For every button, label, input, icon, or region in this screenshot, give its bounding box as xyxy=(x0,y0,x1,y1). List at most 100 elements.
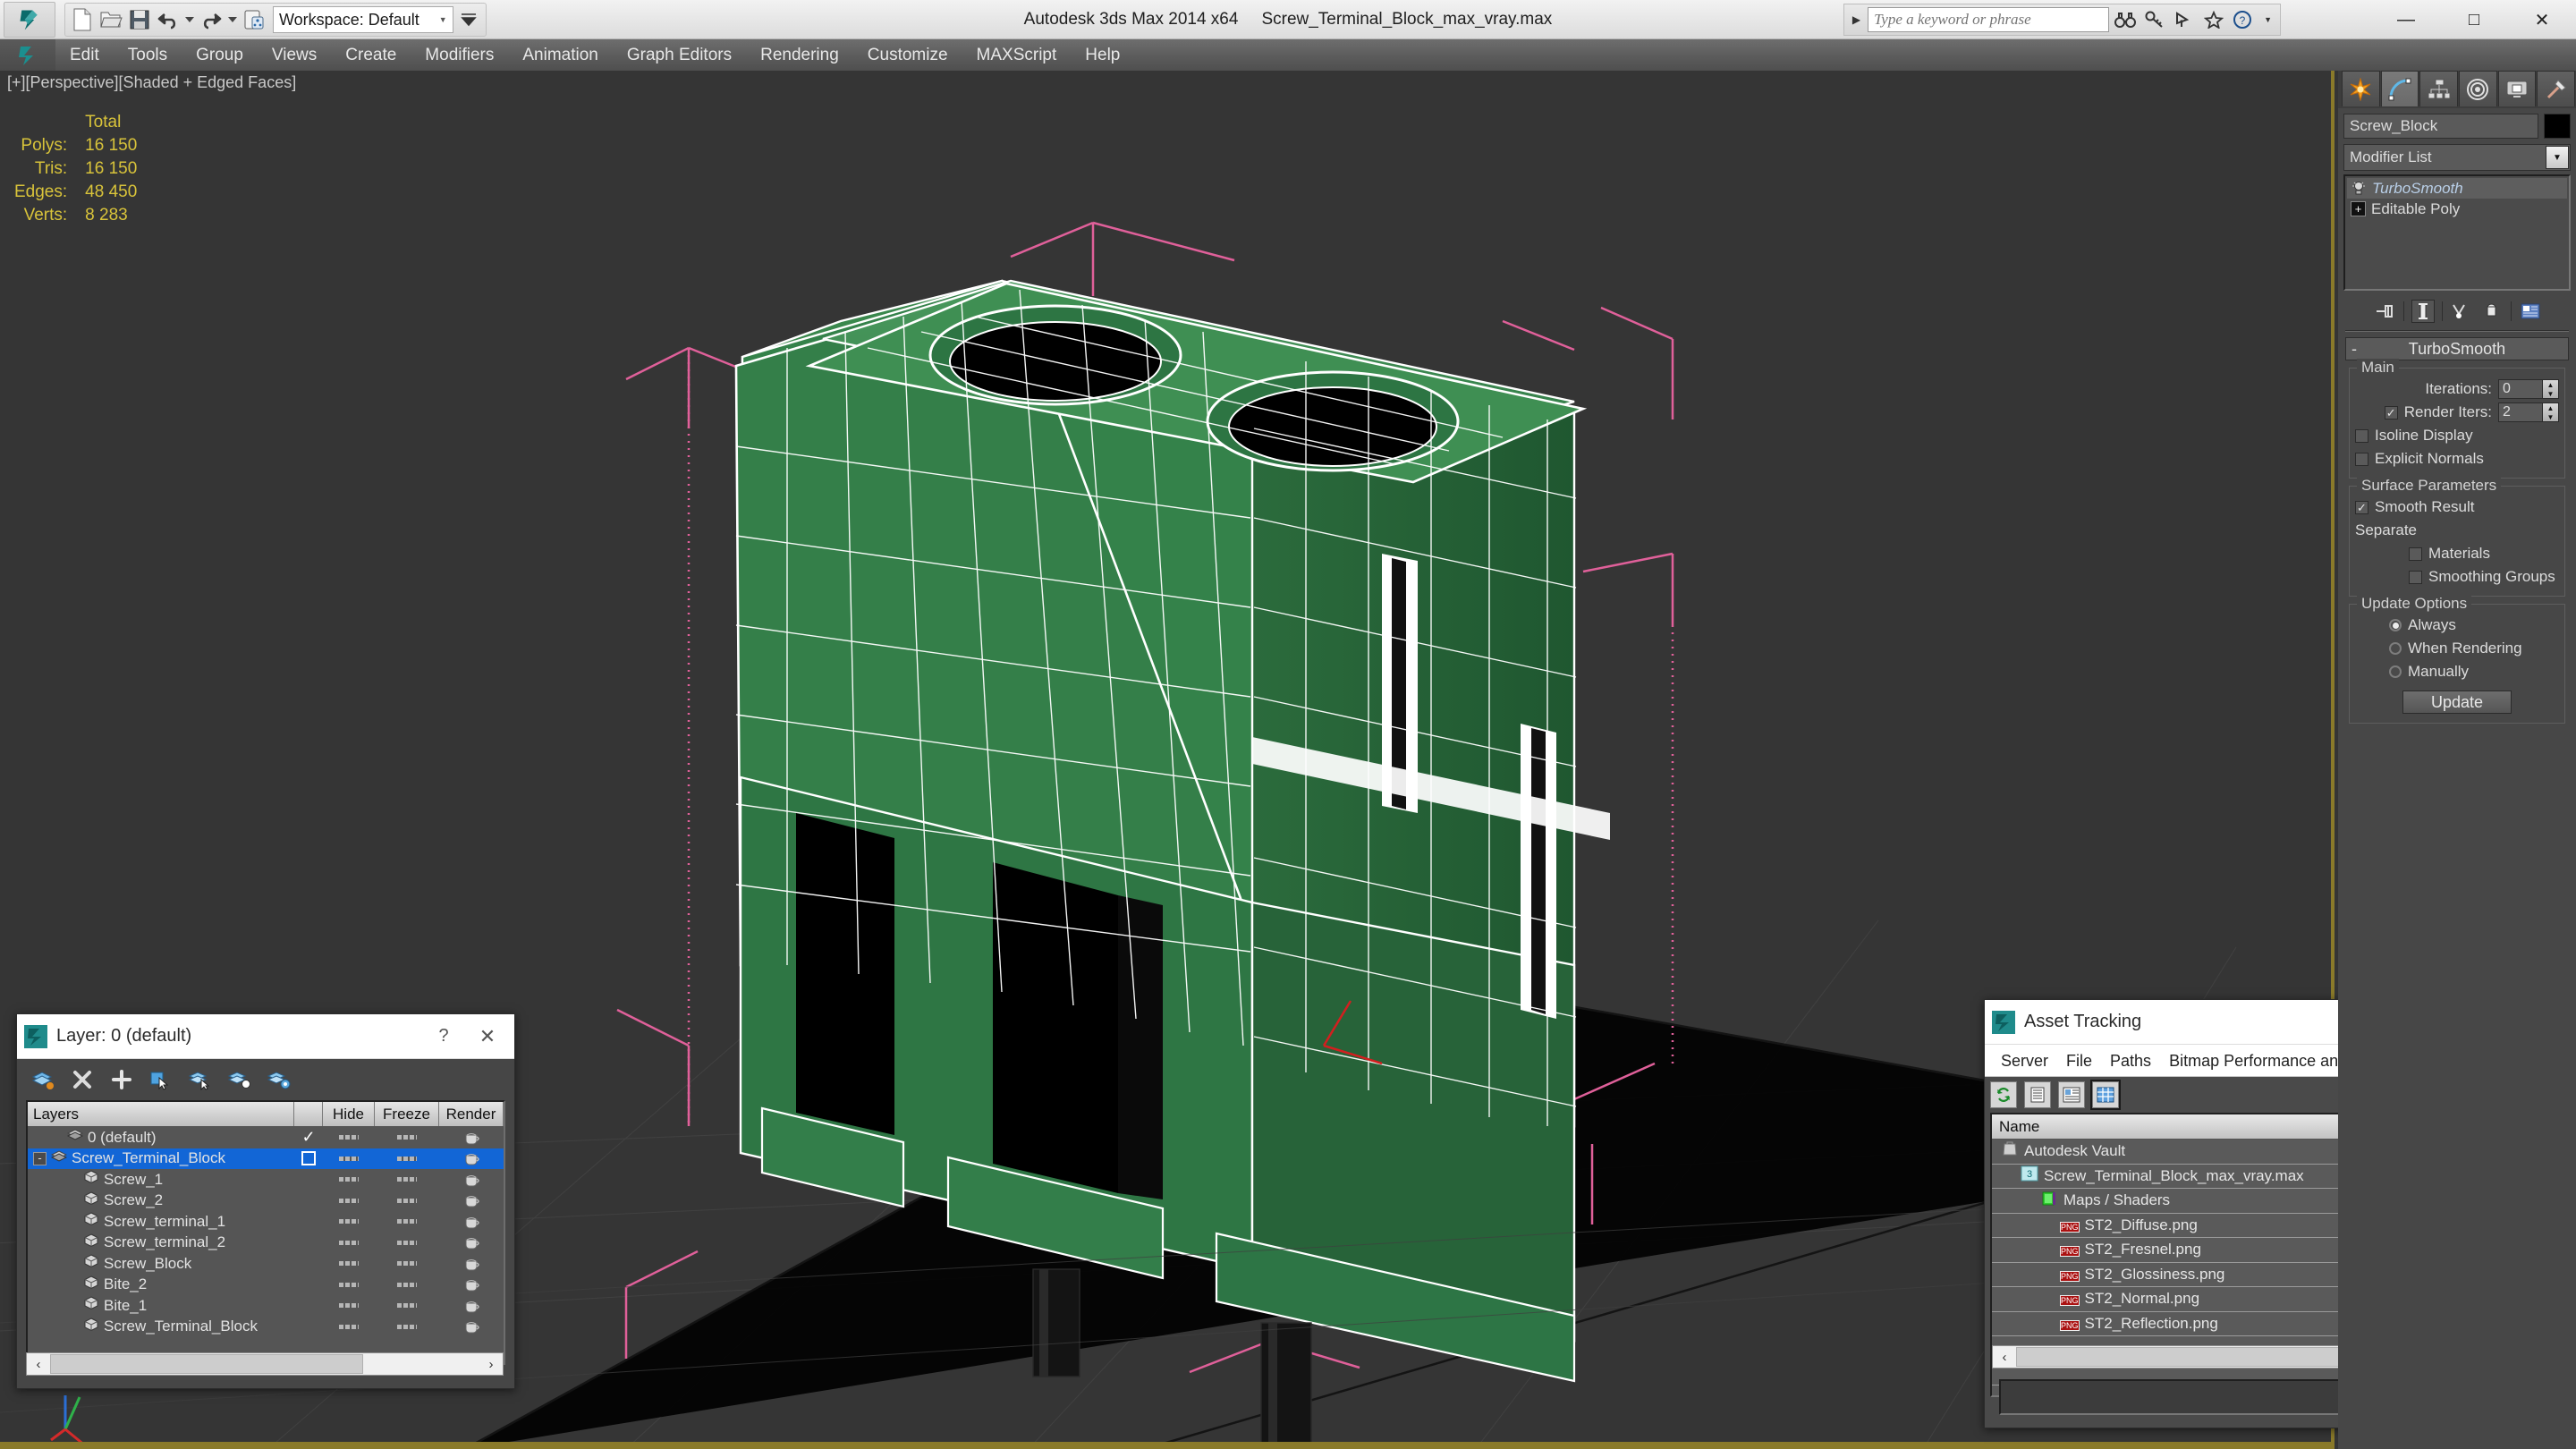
modifier-list-dropdown[interactable]: Modifier List ▼ xyxy=(2343,144,2571,171)
layer-row[interactable]: Screw_Block xyxy=(28,1253,504,1275)
freeze-toggle-icon[interactable] xyxy=(397,1219,417,1224)
layer-properties-icon[interactable] xyxy=(264,1066,294,1093)
close-button[interactable]: ✕ xyxy=(2508,0,2576,39)
iterations-spinner[interactable]: 0 ▲ ▼ xyxy=(2498,379,2559,399)
teapot-render-icon[interactable] xyxy=(461,1277,482,1292)
freeze-toggle-icon[interactable] xyxy=(397,1156,417,1161)
layer-freeze-cell[interactable] xyxy=(375,1240,439,1245)
remove-modifier-icon[interactable] xyxy=(2480,300,2504,323)
layer-hide-cell[interactable] xyxy=(323,1177,375,1182)
layer-render-cell[interactable] xyxy=(439,1151,504,1165)
infocenter-expand-icon[interactable]: ▶ xyxy=(1848,13,1865,26)
layer-render-cell[interactable] xyxy=(439,1319,504,1334)
layer-hide-cell[interactable] xyxy=(323,1156,375,1161)
layer-render-cell[interactable] xyxy=(439,1299,504,1313)
layer-hide-cell[interactable] xyxy=(323,1135,375,1140)
layer-render-cell[interactable] xyxy=(439,1277,504,1292)
new-layer-icon[interactable] xyxy=(28,1066,58,1093)
delete-layer-icon[interactable] xyxy=(67,1066,97,1093)
toolbar-overflow-icon[interactable] xyxy=(455,6,482,33)
layer-hide-cell[interactable] xyxy=(323,1261,375,1267)
spin-up-icon[interactable]: ▲ xyxy=(2543,403,2558,412)
refresh-icon[interactable] xyxy=(1990,1081,2017,1108)
chevron-down-icon[interactable]: ▼ xyxy=(2546,146,2569,169)
layer-row[interactable]: Bite_2 xyxy=(28,1275,504,1296)
application-button[interactable] xyxy=(4,2,55,38)
command-panel-tabs[interactable] xyxy=(2338,71,2576,108)
make-unique-icon[interactable] xyxy=(2450,300,2473,323)
object-color-swatch[interactable] xyxy=(2544,114,2571,139)
project-folder-icon[interactable] xyxy=(241,6,267,33)
layer-dialog-titlebar[interactable]: Layer: 0 (default) ? ✕ xyxy=(17,1014,514,1059)
explicit-normals-row[interactable]: Explicit Normals xyxy=(2355,447,2559,470)
highlight-selected-icon[interactable] xyxy=(225,1066,255,1093)
menu-item-modifiers[interactable]: Modifiers xyxy=(411,39,508,71)
render-iters-checkbox[interactable]: ✓ xyxy=(2384,405,2398,419)
layer-render-cell[interactable] xyxy=(439,1257,504,1271)
asset-menu-paths[interactable]: Paths xyxy=(2101,1045,2160,1077)
when-rendering-row[interactable]: When Rendering xyxy=(2355,637,2559,660)
materials-checkbox[interactable] xyxy=(2409,547,2422,561)
layer-hide-cell[interactable] xyxy=(323,1219,375,1224)
asset-scrollbar-thumb[interactable] xyxy=(2016,1347,2374,1367)
menu-item-edit[interactable]: Edit xyxy=(55,39,114,71)
iterations-row[interactable]: Iterations: 0 ▲ ▼ xyxy=(2355,377,2559,401)
window-controls[interactable]: — □ ✕ xyxy=(2372,0,2576,39)
menu-item-customize[interactable]: Customize xyxy=(853,39,962,71)
layer-expander-icon[interactable]: - xyxy=(33,1151,47,1165)
modify-tab[interactable] xyxy=(2380,71,2419,106)
menu-item-tools[interactable]: Tools xyxy=(114,39,182,71)
asset-scroll-left-icon[interactable]: ‹ xyxy=(1993,1350,2016,1365)
layer-row[interactable]: Screw_2 xyxy=(28,1191,504,1212)
hide-toggle-icon[interactable] xyxy=(339,1324,359,1329)
minimize-button[interactable]: — xyxy=(2372,0,2440,39)
layer-hide-cell[interactable] xyxy=(323,1324,375,1329)
freeze-toggle-icon[interactable] xyxy=(397,1282,417,1287)
menu-item-create[interactable]: Create xyxy=(331,39,411,71)
layer-hide-cell[interactable] xyxy=(323,1303,375,1309)
smooth-result-checkbox[interactable]: ✓ xyxy=(2355,500,2368,514)
layer-row[interactable]: Bite_1 xyxy=(28,1295,504,1317)
freeze-toggle-icon[interactable] xyxy=(397,1324,417,1329)
select-highlighted-icon[interactable] xyxy=(185,1066,216,1093)
layer-list[interactable]: Layers Hide Freeze Render 0 (default) ✓ - S… xyxy=(26,1100,505,1365)
show-end-result-icon[interactable] xyxy=(2411,300,2435,323)
select-objects-icon[interactable] xyxy=(146,1066,176,1093)
layer-dialog-help-button[interactable]: ? xyxy=(428,1026,459,1046)
layer-freeze-cell[interactable] xyxy=(375,1219,439,1224)
menu-item-graph-editors[interactable]: Graph Editors xyxy=(613,39,746,71)
freeze-toggle-icon[interactable] xyxy=(397,1303,417,1309)
layer-row[interactable]: Screw_terminal_2 xyxy=(28,1233,504,1254)
layer-freeze-cell[interactable] xyxy=(375,1324,439,1329)
pin-stack-icon[interactable] xyxy=(2373,300,2396,323)
explicit-normals-checkbox[interactable] xyxy=(2355,452,2368,466)
layer-rows-container[interactable]: 0 (default) ✓ - Screw_Terminal_Block Screw_1… xyxy=(28,1127,504,1337)
scrollbar-thumb[interactable] xyxy=(50,1354,363,1374)
render-iters-spinner[interactable]: 2 ▲ ▼ xyxy=(2498,402,2559,422)
teapot-render-icon[interactable] xyxy=(461,1131,482,1145)
spin-down-icon[interactable]: ▼ xyxy=(2543,389,2558,398)
when-rendering-radio[interactable] xyxy=(2389,642,2402,655)
layer-dialog-close-button[interactable]: ✕ xyxy=(468,1025,507,1048)
smoothing-groups-row[interactable]: Smoothing Groups xyxy=(2355,565,2559,589)
freeze-toggle-icon[interactable] xyxy=(397,1261,417,1267)
asset-menu-server[interactable]: Server xyxy=(1992,1045,2057,1077)
grid-view-icon[interactable] xyxy=(2090,1080,2121,1110)
teapot-render-icon[interactable] xyxy=(461,1319,482,1334)
teapot-render-icon[interactable] xyxy=(461,1257,482,1271)
menu-item-maxscript[interactable]: MAXScript xyxy=(962,39,1072,71)
iterations-spin-buttons[interactable]: ▲ ▼ xyxy=(2543,379,2559,399)
layer-current-box[interactable] xyxy=(301,1151,316,1166)
rollout-collapse-icon[interactable]: - xyxy=(2351,340,2357,359)
render-iters-spin-buttons[interactable]: ▲ ▼ xyxy=(2543,402,2559,422)
maximize-button[interactable]: □ xyxy=(2440,0,2508,39)
smooth-result-row[interactable]: ✓ Smooth Result xyxy=(2355,496,2559,519)
layer-freeze-cell[interactable] xyxy=(375,1261,439,1267)
hide-toggle-icon[interactable] xyxy=(339,1282,359,1287)
menu-app-icon[interactable] xyxy=(0,39,55,71)
layer-freeze-cell[interactable] xyxy=(375,1303,439,1309)
add-layer-icon[interactable] xyxy=(106,1066,137,1093)
materials-row[interactable]: Materials xyxy=(2355,542,2559,565)
layer-freeze-cell[interactable] xyxy=(375,1282,439,1287)
modifier-stack-item-editable-poly[interactable]: + Editable Poly xyxy=(2347,199,2567,219)
